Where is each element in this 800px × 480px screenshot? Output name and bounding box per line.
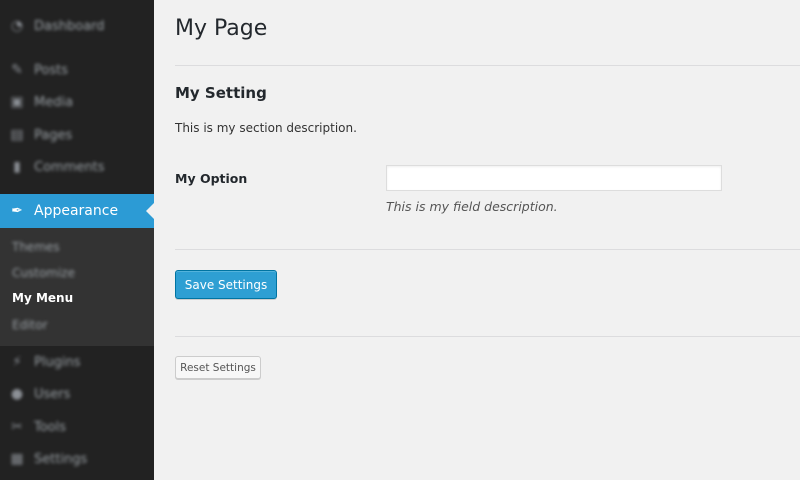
sidebar-item-tools[interactable]: ✂ Tools — [0, 411, 154, 443]
sidebar-item-settings[interactable]: ▦ Settings — [0, 443, 154, 475]
sidebar-item-label: Pages — [34, 127, 73, 143]
sidebar-item-label: Posts — [34, 62, 68, 78]
wrench-icon: ✂ — [11, 419, 23, 435]
comments-icon: ▮ — [13, 159, 21, 175]
divider — [175, 249, 800, 250]
section-title: My Setting — [175, 84, 267, 102]
submenu-item-editor[interactable]: Editor — [12, 318, 48, 332]
sidebar-item-appearance[interactable]: ✒ Appearance — [0, 194, 154, 228]
current-menu-arrow — [146, 203, 154, 219]
paintbrush-icon: ✒ — [11, 203, 23, 219]
sidebar-item-label: Tools — [34, 419, 67, 435]
sidebar-item-label: Comments — [34, 159, 105, 175]
divider — [175, 65, 800, 66]
main-content: My Page My Setting This is my section de… — [154, 0, 800, 480]
user-icon: ● — [10, 386, 24, 402]
sidebar-item-label: Media — [34, 94, 74, 110]
plugin-icon: ⚡ — [12, 354, 22, 370]
sidebar-item-posts[interactable]: ✎ Posts — [0, 54, 154, 86]
my-option-input[interactable] — [386, 165, 722, 191]
media-icon: ▣ — [10, 94, 24, 110]
settings-icon: ▦ — [10, 451, 24, 467]
sidebar-item-comments[interactable]: ▮ Comments — [0, 151, 154, 183]
admin-sidebar: ◔ Dashboard ✎ Posts ▣ Media ▤ Pages ▮ Co… — [0, 0, 154, 480]
field-description: This is my field description. — [386, 199, 558, 214]
submenu-item-themes[interactable]: Themes — [12, 240, 60, 254]
submenu-item-my-menu[interactable]: My Menu — [12, 291, 73, 305]
sidebar-item-label: Settings — [34, 451, 88, 467]
submenu-item-customize[interactable]: Customize — [12, 266, 75, 280]
sidebar-item-label: Appearance — [34, 203, 119, 219]
dashboard-icon: ◔ — [10, 18, 24, 34]
divider — [175, 336, 800, 337]
sidebar-item-label: Users — [34, 386, 71, 402]
pin-icon: ✎ — [11, 62, 23, 78]
sidebar-item-label: Dashboard — [34, 18, 105, 34]
sidebar-item-dashboard[interactable]: ◔ Dashboard — [0, 10, 154, 42]
sidebar-item-pages[interactable]: ▤ Pages — [0, 119, 154, 151]
sidebar-item-plugins[interactable]: ⚡ Plugins — [0, 346, 154, 378]
save-settings-button[interactable]: Save Settings — [175, 270, 277, 299]
page-title: My Page — [175, 16, 268, 41]
reset-settings-button[interactable]: Reset Settings — [175, 356, 261, 379]
sidebar-item-users[interactable]: ● Users — [0, 378, 154, 410]
option-label: My Option — [175, 171, 248, 186]
sidebar-item-media[interactable]: ▣ Media — [0, 86, 154, 118]
appearance-submenu: Themes Customize My Menu Editor — [0, 228, 154, 346]
pages-icon: ▤ — [10, 127, 24, 143]
section-description: This is my section description. — [175, 121, 357, 135]
sidebar-item-label: Plugins — [34, 354, 81, 370]
